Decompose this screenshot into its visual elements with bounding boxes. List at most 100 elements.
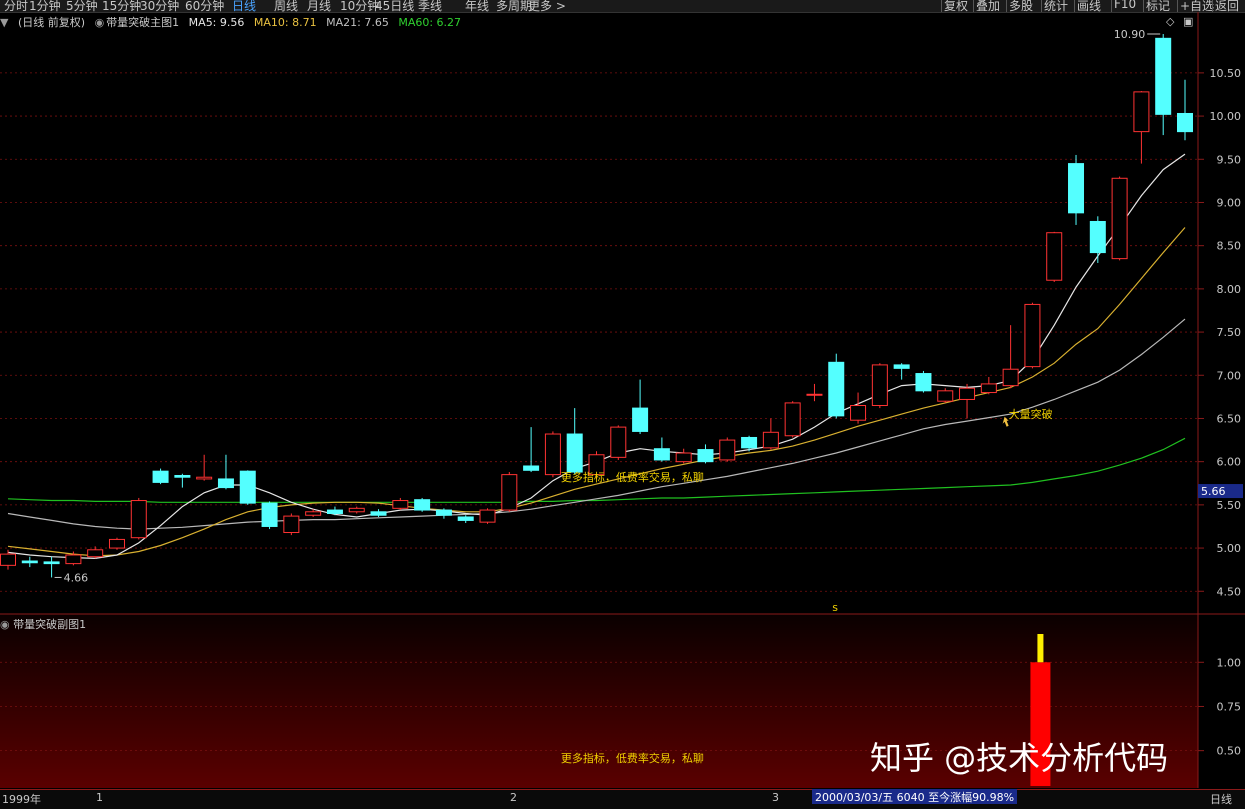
candle-body	[261, 502, 278, 527]
candle-body	[850, 405, 867, 421]
ad-text-sub: 更多指标，低费率交易，私聊	[561, 751, 704, 765]
signal-mark: s	[832, 601, 838, 614]
ma5-value: MA5: 9.56	[188, 16, 245, 29]
ma5-line	[7, 153, 1186, 560]
candle-body	[762, 431, 779, 449]
candle-body	[653, 448, 670, 461]
candle-body	[544, 433, 561, 476]
candle-body	[1046, 232, 1063, 281]
last-price-tag: 5.66	[1201, 485, 1226, 498]
collapse-icon[interactable]: ▼	[0, 16, 8, 29]
candle-body	[43, 561, 60, 565]
candle-body	[414, 499, 431, 511]
candle-body	[1089, 220, 1106, 254]
window-icon[interactable]: ▣	[1183, 15, 1193, 28]
candle-body	[348, 507, 365, 513]
diamond-icon[interactable]: ◇	[1166, 15, 1174, 28]
candle-body	[1024, 303, 1041, 368]
candle-body	[392, 500, 409, 509]
ma10-value: MA10: 8.71	[253, 16, 317, 29]
axis-tick-label: 8.50	[1217, 240, 1242, 253]
price-axis: 4.50 5.00 5.50 6.00 6.50 7.00 7.50 8.00 8.50 9.00…	[1198, 67, 1241, 598]
candle-body	[610, 426, 627, 458]
candle-body	[828, 361, 845, 417]
month-label-3: 3	[772, 791, 779, 804]
candle-body	[675, 452, 692, 463]
moving-averages	[7, 153, 1186, 560]
candle-body	[741, 436, 758, 449]
candle-body	[174, 474, 191, 478]
candle-body	[283, 515, 300, 534]
sub-indicator-name[interactable]: 带量突破副图1	[13, 618, 86, 631]
period-label: (日线 前复权)	[17, 16, 86, 29]
candle-body	[893, 364, 910, 369]
sub-axis-tick-label: 0.75	[1217, 700, 1242, 713]
low-price-label: 4.66	[64, 571, 88, 584]
candle-body	[21, 560, 38, 564]
ma60-value: MA60: 6.27	[398, 16, 462, 29]
axis-tick-label: 7.00	[1217, 369, 1242, 382]
candle-body	[871, 364, 888, 407]
candle-body	[370, 511, 387, 516]
indicator-toggle-icon[interactable]: ◉	[95, 16, 105, 29]
axis-tick-label: 6.00	[1217, 456, 1242, 469]
candle-body	[719, 439, 736, 461]
candle-body	[87, 549, 104, 558]
month-label-2: 2	[510, 791, 517, 804]
candle-body	[305, 511, 322, 516]
candle-body	[501, 474, 518, 511]
candle-body	[915, 373, 932, 392]
candle-body	[65, 554, 82, 565]
sub-axis-tick-label: 0.50	[1217, 745, 1242, 758]
candle-body	[217, 478, 234, 489]
candle-body	[523, 465, 540, 471]
axis-tick-label: 9.00	[1217, 196, 1242, 209]
axis-tick-label: 10.00	[1210, 110, 1242, 123]
main-indicator-name[interactable]: 带量突破主图1	[106, 16, 179, 29]
sub-indicator-toggle-icon[interactable]: ◉	[0, 618, 10, 631]
ma21-value: MA21: 7.65	[326, 16, 389, 29]
candle-body	[566, 433, 583, 473]
candle-body	[152, 470, 169, 483]
candle-body	[980, 383, 997, 394]
candle-body	[632, 407, 649, 432]
ma10-line	[7, 227, 1186, 557]
watermark: 知乎 @技术分析代码	[870, 739, 1169, 777]
candle-body	[1111, 177, 1128, 260]
candle-body	[239, 470, 256, 504]
axis-tick-label: 10.50	[1210, 67, 1242, 80]
time-axis-bar: 1999年 1 2 3 日线	[0, 789, 1245, 809]
candle-body	[479, 509, 496, 523]
breakout-marker	[1037, 634, 1044, 663]
candle-body	[937, 390, 954, 402]
breakout-label: 大量突破	[1009, 407, 1053, 421]
period-tab[interactable]: 日线	[1210, 791, 1232, 807]
candle-body	[697, 449, 714, 463]
axis-tick-label: 8.00	[1217, 283, 1242, 296]
sub-legend: ◉ 带量突破副图1	[0, 616, 86, 632]
candle-body	[435, 509, 452, 516]
axis-tick-label: 6.50	[1217, 412, 1242, 425]
sub-axis-tick-label: 1.00	[1217, 656, 1242, 669]
candle-body	[1002, 368, 1019, 387]
stock-chart: 0.50 0.75 1.00 4.50 5.00 5.50 6.00 6.50 7.00 7.5…	[0, 12, 1245, 788]
high-price-label: 10.90	[1114, 28, 1146, 41]
ma21-line	[7, 318, 1186, 530]
axis-tick-label: 5.00	[1217, 542, 1242, 555]
candlesticks	[0, 34, 1193, 578]
grid-lines	[0, 72, 1198, 592]
candle-body	[326, 509, 343, 515]
candle-body	[457, 516, 474, 521]
axis-tick-label: 5.50	[1217, 499, 1242, 512]
candle-body	[806, 393, 823, 396]
month-label-1: 1	[96, 791, 103, 804]
candle-body	[1177, 112, 1193, 133]
axis-tick-label: 9.50	[1217, 153, 1242, 166]
candle-body	[0, 553, 16, 566]
candle-body	[130, 500, 147, 539]
candle-body	[1155, 37, 1172, 115]
candle-body	[196, 476, 213, 480]
candle-body	[784, 402, 801, 437]
axis-tick-label: 4.50	[1217, 585, 1242, 598]
candle-body	[108, 538, 125, 549]
